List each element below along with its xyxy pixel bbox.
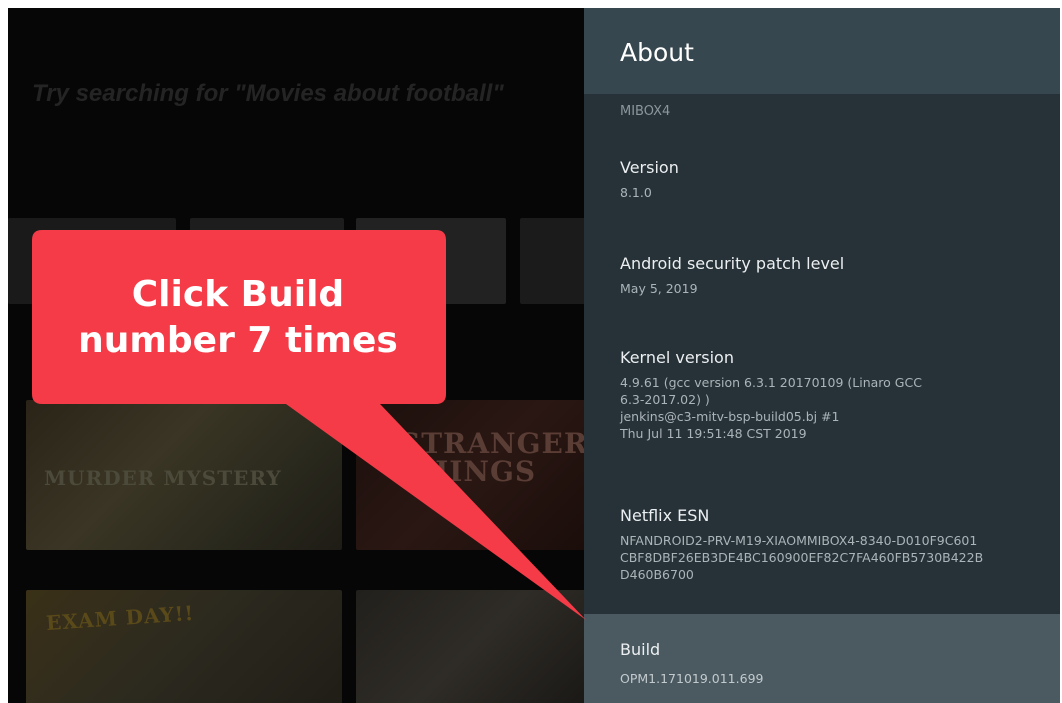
content-card-murder-mystery[interactable]: MURDER MYSTERY [26, 400, 342, 550]
app-tile[interactable] [356, 218, 506, 304]
item-value: 8.1.0 [620, 185, 652, 200]
content-card[interactable] [356, 590, 588, 703]
settings-item-kernel-version[interactable]: Kernel version 4.9.61 (gcc version 6.3.1… [584, 348, 1060, 468]
card-title: EXAM DAY!! [45, 600, 196, 636]
item-label: Version [620, 158, 679, 177]
settings-item-version[interactable]: Version 8.1.0 [584, 158, 1060, 238]
content-card-exam-day[interactable]: EXAM DAY!! [26, 590, 342, 703]
settings-item-build[interactable]: Build OPM1.171019.011.699 [584, 614, 1060, 703]
app-tile[interactable] [520, 218, 588, 304]
panel-title: About [620, 38, 694, 67]
item-value: OPM1.171019.011.699 [620, 671, 764, 686]
about-panel: About MIBOX4 Version 8.1.0 Android secur… [584, 8, 1060, 703]
search-hint: Try searching for "Movies about football… [32, 80, 504, 107]
launcher-background: Try searching for "Movies about football… [8, 8, 588, 703]
card-title: STRANGER THINGS [400, 427, 588, 488]
app-tile[interactable] [8, 218, 176, 304]
model-value-partial: MIBOX4 [620, 104, 671, 119]
item-label: Android security patch level [620, 254, 845, 273]
app-tile[interactable] [190, 218, 344, 304]
settings-item-netflix-esn[interactable]: Netflix ESN NFANDROID2-PRV-M19-XIAOMMIBO… [584, 506, 1060, 606]
item-value: May 5, 2019 [620, 281, 698, 296]
panel-header: About [584, 8, 1060, 94]
item-value: NFANDROID2-PRV-M19-XIAOMMIBOX4-8340-D010… [620, 533, 984, 582]
item-label: Netflix ESN [620, 506, 710, 525]
tv-screen: Try searching for "Movies about football… [8, 8, 1060, 703]
item-value: 4.9.61 (gcc version 6.3.1 20170109 (Lina… [620, 375, 922, 441]
item-label: Build [620, 640, 661, 659]
item-label: Kernel version [620, 348, 734, 367]
content-card-stranger-things[interactable]: STRANGER THINGS [356, 400, 588, 550]
card-title: MURDER MYSTERY [44, 466, 282, 490]
settings-item-security-patch[interactable]: Android security patch level May 5, 2019 [584, 254, 1060, 334]
